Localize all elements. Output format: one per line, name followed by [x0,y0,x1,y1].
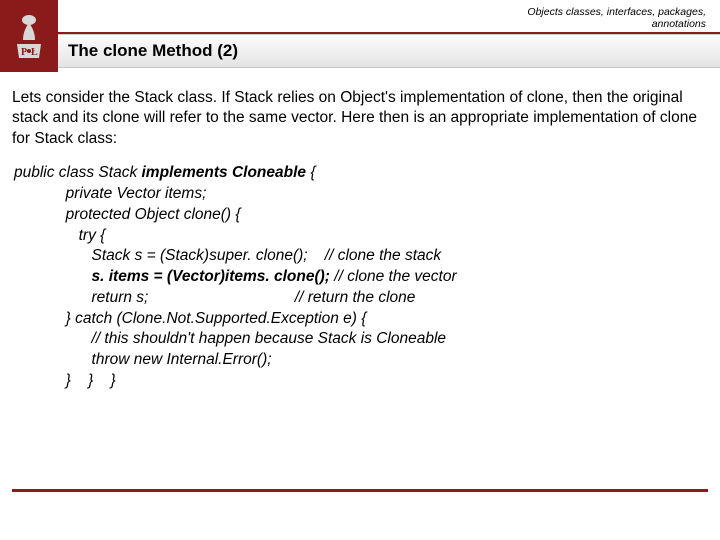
slide-content: Lets consider the Stack class. If Stack … [0,72,720,392]
code-line-bold: s. items = (Vector)items. clone(); [92,268,335,285]
title-bar: The clone Method (2) [58,34,720,68]
breadcrumb-line1: Objects classes, interfaces, packages, [527,6,706,18]
code-line: return s; // return the clone [14,289,415,306]
code-line: Stack s = (Stack)super. clone(); // clon… [14,247,441,264]
slide-header: P Ł Objects classes, interfaces, package… [0,0,720,72]
breadcrumb-line2: annotations [527,18,706,30]
code-line: throw new Internal.Error(); [14,351,272,368]
code-line: public class Stack [14,164,142,181]
svg-text:P: P [21,47,27,58]
code-line: protected Object clone() { [14,206,241,223]
university-logo: P Ł [0,0,58,72]
code-line: } } } [14,372,116,389]
code-line-bold: implements Cloneable [142,164,311,181]
page-title: The clone Method (2) [68,41,238,61]
breadcrumb: Objects classes, interfaces, packages, a… [527,6,706,30]
code-line: private Vector items; [14,185,206,202]
code-block: public class Stack implements Cloneable … [12,163,708,391]
intro-paragraph: Lets consider the Stack class. If Stack … [12,88,708,149]
code-line: { [310,164,315,181]
code-line: // clone the vector [334,268,456,285]
code-line: try { [14,227,105,244]
svg-text:Ł: Ł [31,47,38,58]
code-line [14,268,92,285]
footer-rule [12,489,708,492]
crest-icon: P Ł [7,8,51,64]
code-line: } catch (Clone.Not.Supported.Exception e… [14,310,366,327]
code-line: // this shouldn't happen because Stack i… [14,330,446,347]
